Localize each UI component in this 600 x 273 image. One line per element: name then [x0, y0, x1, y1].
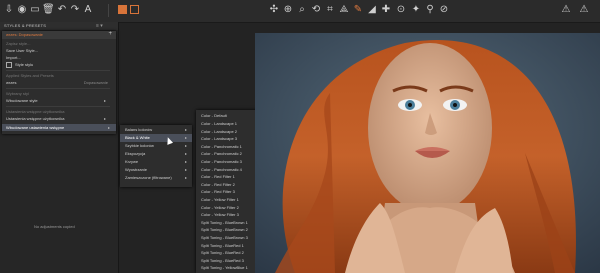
menu-item-selected-style: Wybrany styl — [6, 91, 29, 96]
submenu-item-sharpening[interactable]: Wyostrzanie ▸ — [120, 166, 192, 174]
menu-search-text: wrzes: Dopasowanie — [6, 32, 43, 37]
top-toolbar: ⇩ ◉ ▭ 🗑 ↶ ↷ A ✣ ⊕ ⌕ ⟲ ⌗ ⟁ ✎ ◢ ✚ ⊙ ✦ ⚲ ⊘ … — [0, 0, 600, 23]
panel-menu-icon[interactable]: ≡ ▾ — [96, 23, 103, 29]
menu-item-builtin-styles[interactable]: Wbudowane style ▸ — [6, 97, 112, 104]
keystone-icon[interactable]: ⟁ — [338, 4, 350, 16]
menu-item-save-style[interactable]: Zapisz style... — [6, 40, 112, 47]
submenu-item-exposure[interactable]: Ekspozycja ▸ — [120, 150, 192, 158]
undo-icon[interactable]: ↶ — [56, 4, 68, 16]
menu-item-applied-styles: Applied Styles and Presets — [6, 73, 54, 78]
chevron-right-icon: ▸ — [184, 159, 187, 164]
picker-icon[interactable]: ✦ — [410, 4, 422, 16]
crop-icon[interactable]: ⌗ — [324, 4, 336, 16]
brush-icon[interactable]: ✎ — [352, 4, 364, 16]
import-icon[interactable]: ⇩ — [3, 4, 15, 16]
reset-icon[interactable]: ⊘ — [438, 4, 450, 16]
loupe-icon[interactable]: ⌕ — [296, 4, 308, 16]
portrait-photo — [255, 33, 600, 273]
chevron-right-icon: ▸ — [107, 125, 110, 130]
menu-item-wrzes[interactable]: wrzes Dopasowanie — [6, 79, 112, 86]
checkbox-icon[interactable] — [6, 61, 12, 68]
menu-item-import[interactable]: Import... — [6, 54, 112, 61]
camera-icon[interactable]: ◉ — [16, 4, 28, 16]
add-icon[interactable]: + — [108, 31, 112, 37]
heal-icon[interactable]: ✚ — [380, 4, 392, 16]
redo-icon[interactable]: ↷ — [69, 4, 81, 16]
chevron-right-icon: ▸ — [184, 167, 187, 172]
submenu-item-quick-colors[interactable]: Szybkie kolorów ▸ — [120, 142, 192, 150]
chevron-right-icon: ▸ — [103, 116, 106, 121]
styles-menu: wrzes: Dopasowanie + Zapisz style... Sav… — [2, 31, 116, 134]
rotate-icon[interactable]: ⟲ — [310, 4, 322, 16]
chevron-right-icon: ▸ — [184, 143, 187, 148]
menu-item-style-toggle[interactable]: Style stylu — [6, 61, 112, 68]
chevron-right-icon: ▸ — [184, 151, 187, 156]
no-adjustments-label: No adjustments copied — [34, 224, 75, 229]
menu-item-user-presets-header: Ustawienia wstępne użytkownika — [6, 109, 65, 114]
trash-icon[interactable]: 🗑 — [42, 4, 55, 16]
text-icon[interactable]: A — [82, 4, 94, 16]
submenu-item-color-balance[interactable]: Balans kolorów ▸ — [120, 126, 192, 134]
dropper-icon[interactable]: ⚲ — [424, 4, 436, 16]
submenu-item-curves[interactable]: Krzywe ▸ — [120, 158, 192, 166]
chevron-right-icon: ▸ — [184, 175, 187, 180]
photo-viewer[interactable] — [255, 33, 600, 273]
pan-icon[interactable]: ✣ — [268, 4, 280, 16]
spot-icon[interactable]: ⊙ — [395, 4, 407, 16]
zoom-icon[interactable]: ⊕ — [282, 4, 294, 16]
submenu-item-filtered[interactable]: Zamieszczone (filtrowane) ▸ — [120, 174, 192, 182]
view-single-icon[interactable] — [118, 5, 127, 14]
menu-item-save-user-style[interactable]: Save User Style... — [6, 47, 112, 54]
alert-icon[interactable]: ⚠ — [560, 4, 572, 16]
menu-item-builtin-presets[interactable]: Wbudowane ustawienia wstępne ▸ — [2, 124, 116, 131]
menu-search[interactable]: wrzes: Dopasowanie + — [2, 31, 116, 39]
menu-item-user-presets[interactable]: Ustawienia wstępne użytkownika ▸ — [6, 115, 112, 122]
folder-icon[interactable]: ▭ — [29, 4, 41, 16]
view-grid-icon[interactable] — [130, 5, 139, 14]
submenu-item-black-white[interactable]: Black & White ▸ — [120, 134, 192, 142]
chevron-right-icon: ▸ — [103, 98, 106, 103]
presets-category-submenu: Balans kolorów ▸ Black & White ▸ Szybkie k… — [120, 125, 192, 187]
chevron-right-icon: ▸ — [184, 127, 187, 132]
chevron-right-icon: ▸ — [184, 135, 187, 140]
panel-title: STYLES & PRESETS — [4, 23, 47, 28]
eraser-icon[interactable]: ◢ — [366, 4, 378, 16]
warning-icon[interactable]: ⚠ — [578, 4, 590, 16]
